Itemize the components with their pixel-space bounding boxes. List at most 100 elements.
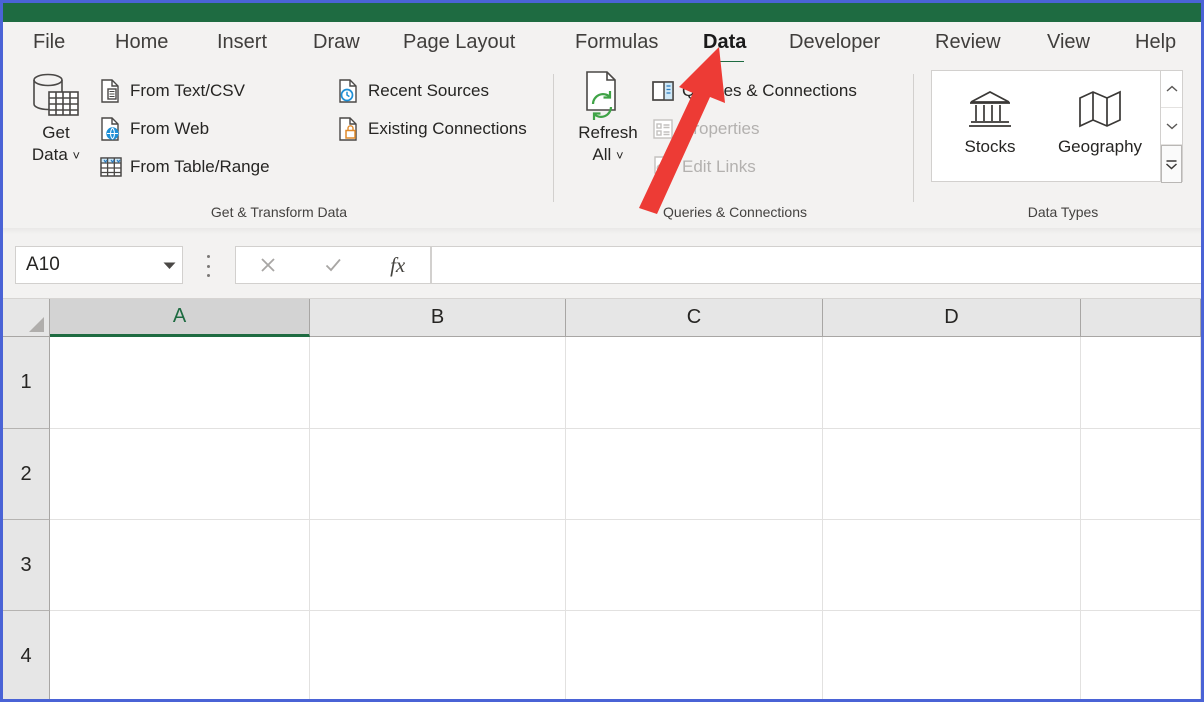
cell-e1[interactable] (1081, 337, 1201, 429)
tab-draw-label: Draw (313, 31, 360, 53)
tab-developer[interactable]: Developer (789, 22, 880, 62)
stocks-label: Stocks (964, 137, 1016, 156)
chevron-down-icon: ˅ (72, 148, 81, 163)
formula-input[interactable] (431, 246, 1201, 284)
cell-d2[interactable] (823, 429, 1081, 520)
select-all-corner-icon[interactable] (3, 299, 50, 337)
cell-d1[interactable] (823, 337, 1081, 429)
tab-help-label: Help (1135, 31, 1177, 53)
name-box-dropdown-icon[interactable] (156, 261, 182, 270)
group-separator-2 (913, 74, 914, 202)
tab-page-layout-label: Page Layout (403, 31, 516, 53)
row-header-2-label: 2 (20, 462, 32, 485)
data-types-gallery: Stocks Geography (931, 70, 1183, 183)
tab-page-layout[interactable]: Page Layout (403, 22, 515, 62)
cell-a3[interactable] (50, 520, 310, 611)
cell-b4[interactable] (310, 611, 566, 699)
cell-a1[interactable] (50, 337, 310, 429)
row-header-3[interactable]: 3 (3, 520, 50, 611)
from-text-csv-button[interactable]: From Text/CSV (99, 76, 245, 106)
queries-and-connections-button[interactable]: Queries & Connections (651, 76, 857, 106)
tab-help[interactable]: Help (1135, 22, 1176, 62)
get-data-label-line1: Get (42, 123, 70, 142)
group-label-data-types: Data Types (1027, 204, 1099, 220)
refresh-all-icon (569, 66, 647, 122)
tab-home[interactable]: Home (115, 22, 168, 62)
from-web-button[interactable]: From Web (99, 114, 209, 144)
column-header-d[interactable]: D (823, 299, 1081, 337)
get-data-label-line2: Data ˅ (31, 145, 81, 164)
properties-label: Properties (682, 119, 760, 138)
cancel-x-icon[interactable] (236, 247, 301, 283)
properties-button: Properties (651, 114, 759, 144)
tab-view[interactable]: View (1047, 22, 1090, 62)
column-header-c-label: C (686, 306, 702, 328)
cell-c4[interactable] (566, 611, 823, 699)
folded-map-icon (1048, 81, 1152, 137)
chevron-down-icon: ˅ (616, 148, 624, 163)
tab-home-label: Home (115, 31, 169, 53)
row-header-3-label: 3 (20, 553, 32, 576)
refresh-all-button[interactable]: Refresh All ˅ (569, 66, 647, 167)
row-header-1-label: 1 (20, 371, 32, 393)
cell-d4[interactable] (823, 611, 1081, 699)
tab-file-label: File (33, 31, 66, 53)
properties-icon (651, 117, 675, 141)
formula-bar-area: A10 fx (3, 234, 1201, 299)
existing-connections-button[interactable]: Existing Connections (337, 114, 527, 144)
edit-links-icon (651, 155, 675, 179)
worksheet-grid: 1 2 3 4 A B C D (3, 299, 1201, 699)
stocks-data-type-button[interactable]: Stocks (938, 81, 1042, 157)
from-table-range-label: From Table/Range (130, 157, 270, 176)
column-header-b-label: B (430, 306, 445, 328)
from-text-csv-label: From Text/CSV (130, 81, 245, 100)
row-header-2[interactable]: 2 (3, 429, 50, 520)
column-header-a[interactable]: A (50, 299, 310, 337)
refresh-all-label-line2: All ˅ (592, 145, 624, 164)
from-table-range-button[interactable]: From Table/Range (99, 152, 270, 182)
row-header-1[interactable]: 1 (3, 337, 50, 429)
formula-bar-expand-handle[interactable] (206, 255, 211, 277)
cell-b1[interactable] (310, 337, 566, 429)
edit-links-label: Edit Links (682, 157, 756, 176)
cell-e3[interactable] (1081, 520, 1201, 611)
column-header-b[interactable]: B (310, 299, 566, 337)
ribbon-tab-strip: File Home Insert Draw Page Layout Formul… (3, 22, 1201, 65)
existing-connections-icon (337, 117, 361, 141)
cell-c1[interactable] (566, 337, 823, 429)
web-icon (99, 117, 123, 141)
tab-insert[interactable]: Insert (217, 22, 267, 62)
ribbon-data-tab: Get Data ˅ From Text/CSV From Web From T… (3, 62, 1201, 229)
cell-e4[interactable] (1081, 611, 1201, 699)
cell-b2[interactable] (310, 429, 566, 520)
cell-a4[interactable] (50, 611, 310, 699)
enter-check-icon[interactable] (301, 247, 366, 283)
tab-data[interactable]: Data (703, 22, 746, 65)
tab-file[interactable]: File (33, 22, 65, 62)
from-web-label: From Web (130, 119, 210, 138)
gallery-scrollbar[interactable] (1160, 71, 1182, 183)
geography-data-type-button[interactable]: Geography (1048, 81, 1152, 157)
group-separator-1 (553, 74, 554, 202)
get-data-button[interactable]: Get Data ˅ (17, 66, 95, 167)
name-box-value: A10 (26, 254, 60, 275)
cell-c2[interactable] (566, 429, 823, 520)
gallery-more-icon[interactable] (1161, 145, 1182, 183)
scroll-up-icon[interactable] (1161, 71, 1182, 108)
row-header-4[interactable]: 4 (3, 611, 50, 699)
column-header-c[interactable]: C (566, 299, 823, 337)
tab-formulas[interactable]: Formulas (575, 22, 658, 62)
insert-function-fx-icon[interactable]: fx (365, 247, 430, 283)
tab-review[interactable]: Review (935, 22, 1001, 62)
name-box[interactable]: A10 (15, 246, 183, 284)
cell-b3[interactable] (310, 520, 566, 611)
tab-draw[interactable]: Draw (313, 22, 360, 62)
cell-d3[interactable] (823, 520, 1081, 611)
cell-a2[interactable] (50, 429, 310, 520)
refresh-all-label-line1: Refresh (578, 123, 638, 142)
column-header-e[interactable] (1081, 299, 1201, 337)
recent-sources-button[interactable]: Recent Sources (337, 76, 489, 106)
cell-e2[interactable] (1081, 429, 1201, 520)
scroll-down-icon[interactable] (1161, 108, 1182, 145)
cell-c3[interactable] (566, 520, 823, 611)
